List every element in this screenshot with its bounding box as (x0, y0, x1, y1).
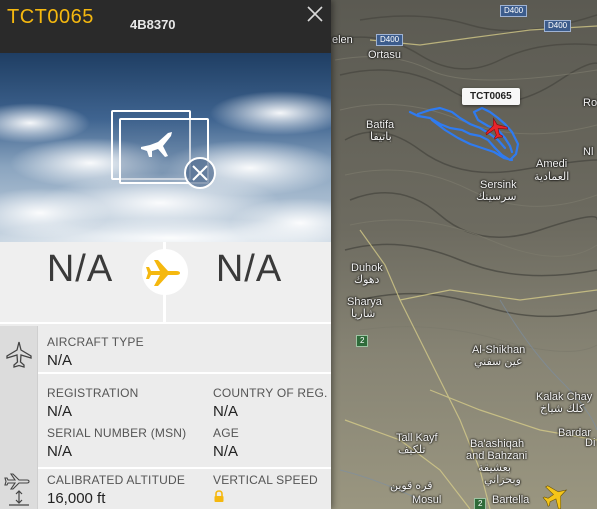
altitude-icon (4, 473, 30, 506)
map-label: وبحزاني (484, 474, 521, 486)
map-label: Nl (583, 146, 594, 158)
map-label: Kalak Chay (536, 391, 593, 403)
aircraft-info-panel: TCT0065 4B8370 N/A N/A AIRCRAFT TYPE N/A… (0, 0, 331, 509)
photo-unavailable-icon (111, 110, 216, 189)
destination-airport[interactable]: N/A (189, 248, 309, 291)
age-value: N/A (213, 443, 239, 460)
close-icon[interactable] (305, 4, 325, 24)
flight-tracker-app: D400 D400 D400 2 2 elen Ortasu Batifa با… (0, 0, 597, 509)
route-plane-badge (142, 249, 188, 295)
map-label: Ba'ashiqah (470, 438, 525, 450)
map-label: elen (332, 34, 353, 46)
aircraft-type-value: N/A (47, 352, 73, 369)
country-label: COUNTRY OF REG. (213, 386, 328, 400)
panel-header: TCT0065 4B8370 (0, 0, 331, 53)
map-label: Mosul (412, 494, 442, 506)
map-label: and Bahzani (466, 450, 528, 462)
row-divider (38, 467, 331, 469)
map-label: سرسينك (476, 191, 517, 203)
details-icon-column (0, 326, 38, 509)
map-label: Bartella (492, 494, 530, 506)
map-label: Sharya (347, 296, 382, 308)
map-label: Ortasu (368, 49, 402, 61)
calibrated-altitude-value: 16,000 ft (47, 490, 106, 507)
origin-airport[interactable]: N/A (20, 248, 140, 291)
map-label: Duhok (351, 262, 383, 274)
aircraft-photo (0, 53, 331, 242)
photo-placeholder-sky (0, 53, 331, 242)
map-label: قره قوين (390, 480, 433, 492)
road-badge-2: 2 (356, 335, 369, 347)
icao-hex-code: 4B8370 (130, 17, 176, 32)
map-label: Tall Kayf (396, 432, 438, 444)
map-label: Al-Shikhan (472, 344, 526, 356)
map-label: Di (585, 437, 596, 449)
map-label: باتيفا (370, 131, 392, 143)
road-badge-d400: D400 (500, 5, 528, 17)
map-label: تلكيف (398, 444, 426, 456)
road-badge-d400: D400 (544, 20, 572, 32)
country-value: N/A (213, 403, 239, 420)
vertical-speed-label: VERTICAL SPEED (213, 473, 318, 487)
map-label: دهوك (354, 274, 380, 286)
map-label: Amedi (536, 158, 568, 170)
road-badge-2: 2 (474, 498, 487, 509)
registration-label: REGISTRATION (47, 386, 139, 400)
route-section: N/A N/A (0, 242, 331, 324)
registration-value: N/A (47, 403, 73, 420)
row-divider (38, 372, 331, 374)
aircraft-icon (6, 341, 32, 368)
road-badge-d400: D400 (376, 34, 404, 46)
plane-icon (146, 260, 180, 286)
map-label: بعشيقة (478, 462, 511, 474)
map-label: Batifa (366, 119, 395, 131)
serial-number-label: SERIAL NUMBER (MSN) (47, 426, 187, 440)
callsign-title: TCT0065 (7, 6, 94, 28)
aircraft-type-label: AIRCRAFT TYPE (47, 335, 144, 349)
calibrated-altitude-label: CALIBRATED ALTITUDE (47, 473, 186, 487)
map-label: Sersink (480, 179, 517, 191)
aircraft-details: AIRCRAFT TYPE N/A REGISTRATION N/A COUNT… (0, 326, 331, 509)
map-label: Ro (583, 97, 597, 109)
map-label: شاريا (351, 308, 376, 320)
map-label: عين سفني (474, 356, 523, 368)
lock-icon[interactable] (213, 490, 225, 503)
map-label: كلك شياخ (540, 403, 585, 415)
serial-number-value: N/A (47, 443, 73, 460)
map-label: العمادية (534, 171, 570, 183)
age-label: AGE (213, 426, 239, 440)
flight-callsign-tag[interactable]: TCT0065 (462, 88, 520, 105)
